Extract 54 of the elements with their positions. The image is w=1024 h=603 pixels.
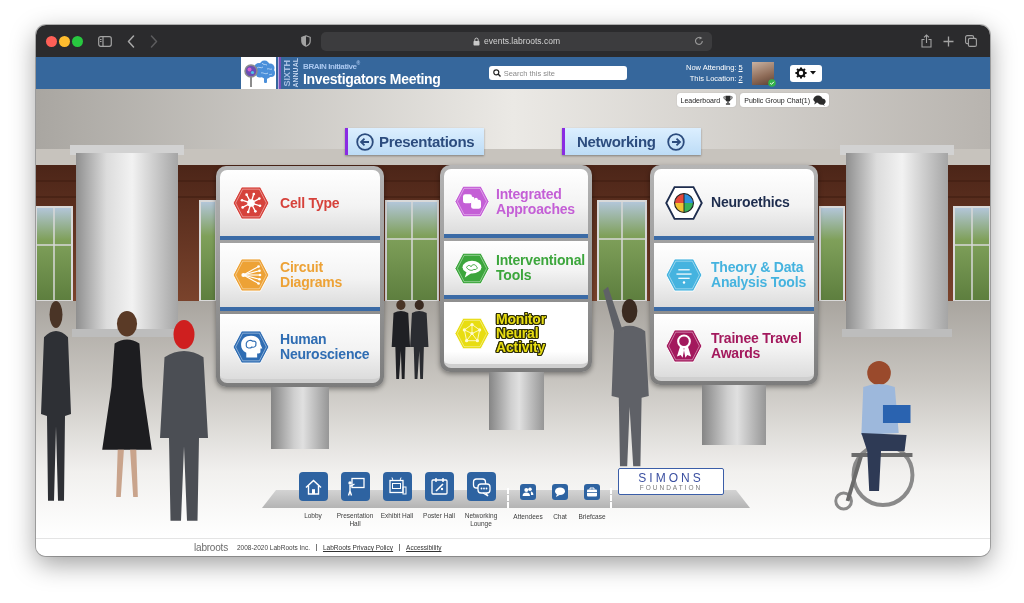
back-icon[interactable] bbox=[127, 34, 135, 48]
briefcase-icon bbox=[584, 484, 600, 500]
edition-label: SIXTH bbox=[283, 59, 292, 87]
sign-panel[interactable]: Neuroethics bbox=[654, 169, 814, 240]
reload-icon[interactable] bbox=[694, 36, 704, 46]
sponsor-name: SIMONS bbox=[638, 472, 704, 484]
chat-bubbles-icon bbox=[466, 472, 496, 501]
branching-icon bbox=[232, 258, 270, 292]
share-icon[interactable] bbox=[921, 34, 932, 48]
head-icon bbox=[232, 329, 270, 364]
sign-panel[interactable]: Trainee Travel Awards bbox=[654, 314, 814, 381]
chat-bubbles-icon bbox=[813, 94, 826, 106]
direction-button[interactable]: Networking bbox=[562, 128, 701, 155]
text-lines-icon bbox=[665, 258, 703, 292]
speech-bubble-icon bbox=[454, 251, 490, 285]
brain-magnifier-logo-icon bbox=[241, 57, 276, 89]
speech-bubble-icon bbox=[552, 484, 568, 500]
color-wheel-icon bbox=[665, 185, 703, 220]
zoom-icon[interactable] bbox=[72, 35, 83, 47]
event-subtitle: BRAIN Initiative$^{®}$ bbox=[303, 59, 361, 71]
people-icon bbox=[520, 484, 536, 500]
search-icon bbox=[492, 69, 501, 77]
address-bar[interactable]: events.labroots.com bbox=[321, 31, 712, 51]
sign-panel[interactable]: Human Neuroscience bbox=[220, 314, 380, 383]
sidebar-icon[interactable] bbox=[98, 35, 112, 47]
labroots-logo: labroots bbox=[194, 542, 228, 553]
rounded-squares-icon bbox=[454, 185, 490, 218]
close-icon[interactable] bbox=[46, 35, 57, 47]
settings-icon bbox=[795, 67, 808, 79]
plus-icon[interactable] bbox=[943, 35, 954, 47]
presenter-icon bbox=[340, 472, 370, 501]
settings-button[interactable] bbox=[789, 64, 822, 82]
event-title: Investigators Meeting bbox=[303, 70, 441, 87]
house-icon bbox=[298, 472, 328, 501]
lock-icon bbox=[472, 36, 480, 46]
arrow-left-icon bbox=[356, 132, 374, 151]
neuron-icon bbox=[232, 186, 270, 220]
trophy-icon bbox=[723, 95, 734, 105]
sign-post bbox=[702, 385, 766, 445]
minimize-icon[interactable] bbox=[59, 35, 70, 47]
sign-post bbox=[488, 372, 544, 430]
tv-icon bbox=[382, 472, 412, 501]
shield-icon[interactable] bbox=[301, 35, 311, 47]
award-ribbon-icon bbox=[665, 328, 703, 363]
tabs-icon[interactable] bbox=[965, 35, 977, 47]
check-badge-icon bbox=[767, 78, 776, 87]
network-icon bbox=[454, 316, 490, 350]
arrow-right-icon bbox=[666, 132, 685, 151]
avatar-placeholder[interactable] bbox=[751, 61, 774, 85]
caret-icon bbox=[810, 71, 817, 75]
calendar-icon bbox=[424, 472, 454, 501]
direction-button[interactable]: Presentations bbox=[345, 128, 484, 155]
sign-panel[interactable]: Cell Type bbox=[220, 170, 380, 240]
sign-post bbox=[271, 387, 329, 449]
